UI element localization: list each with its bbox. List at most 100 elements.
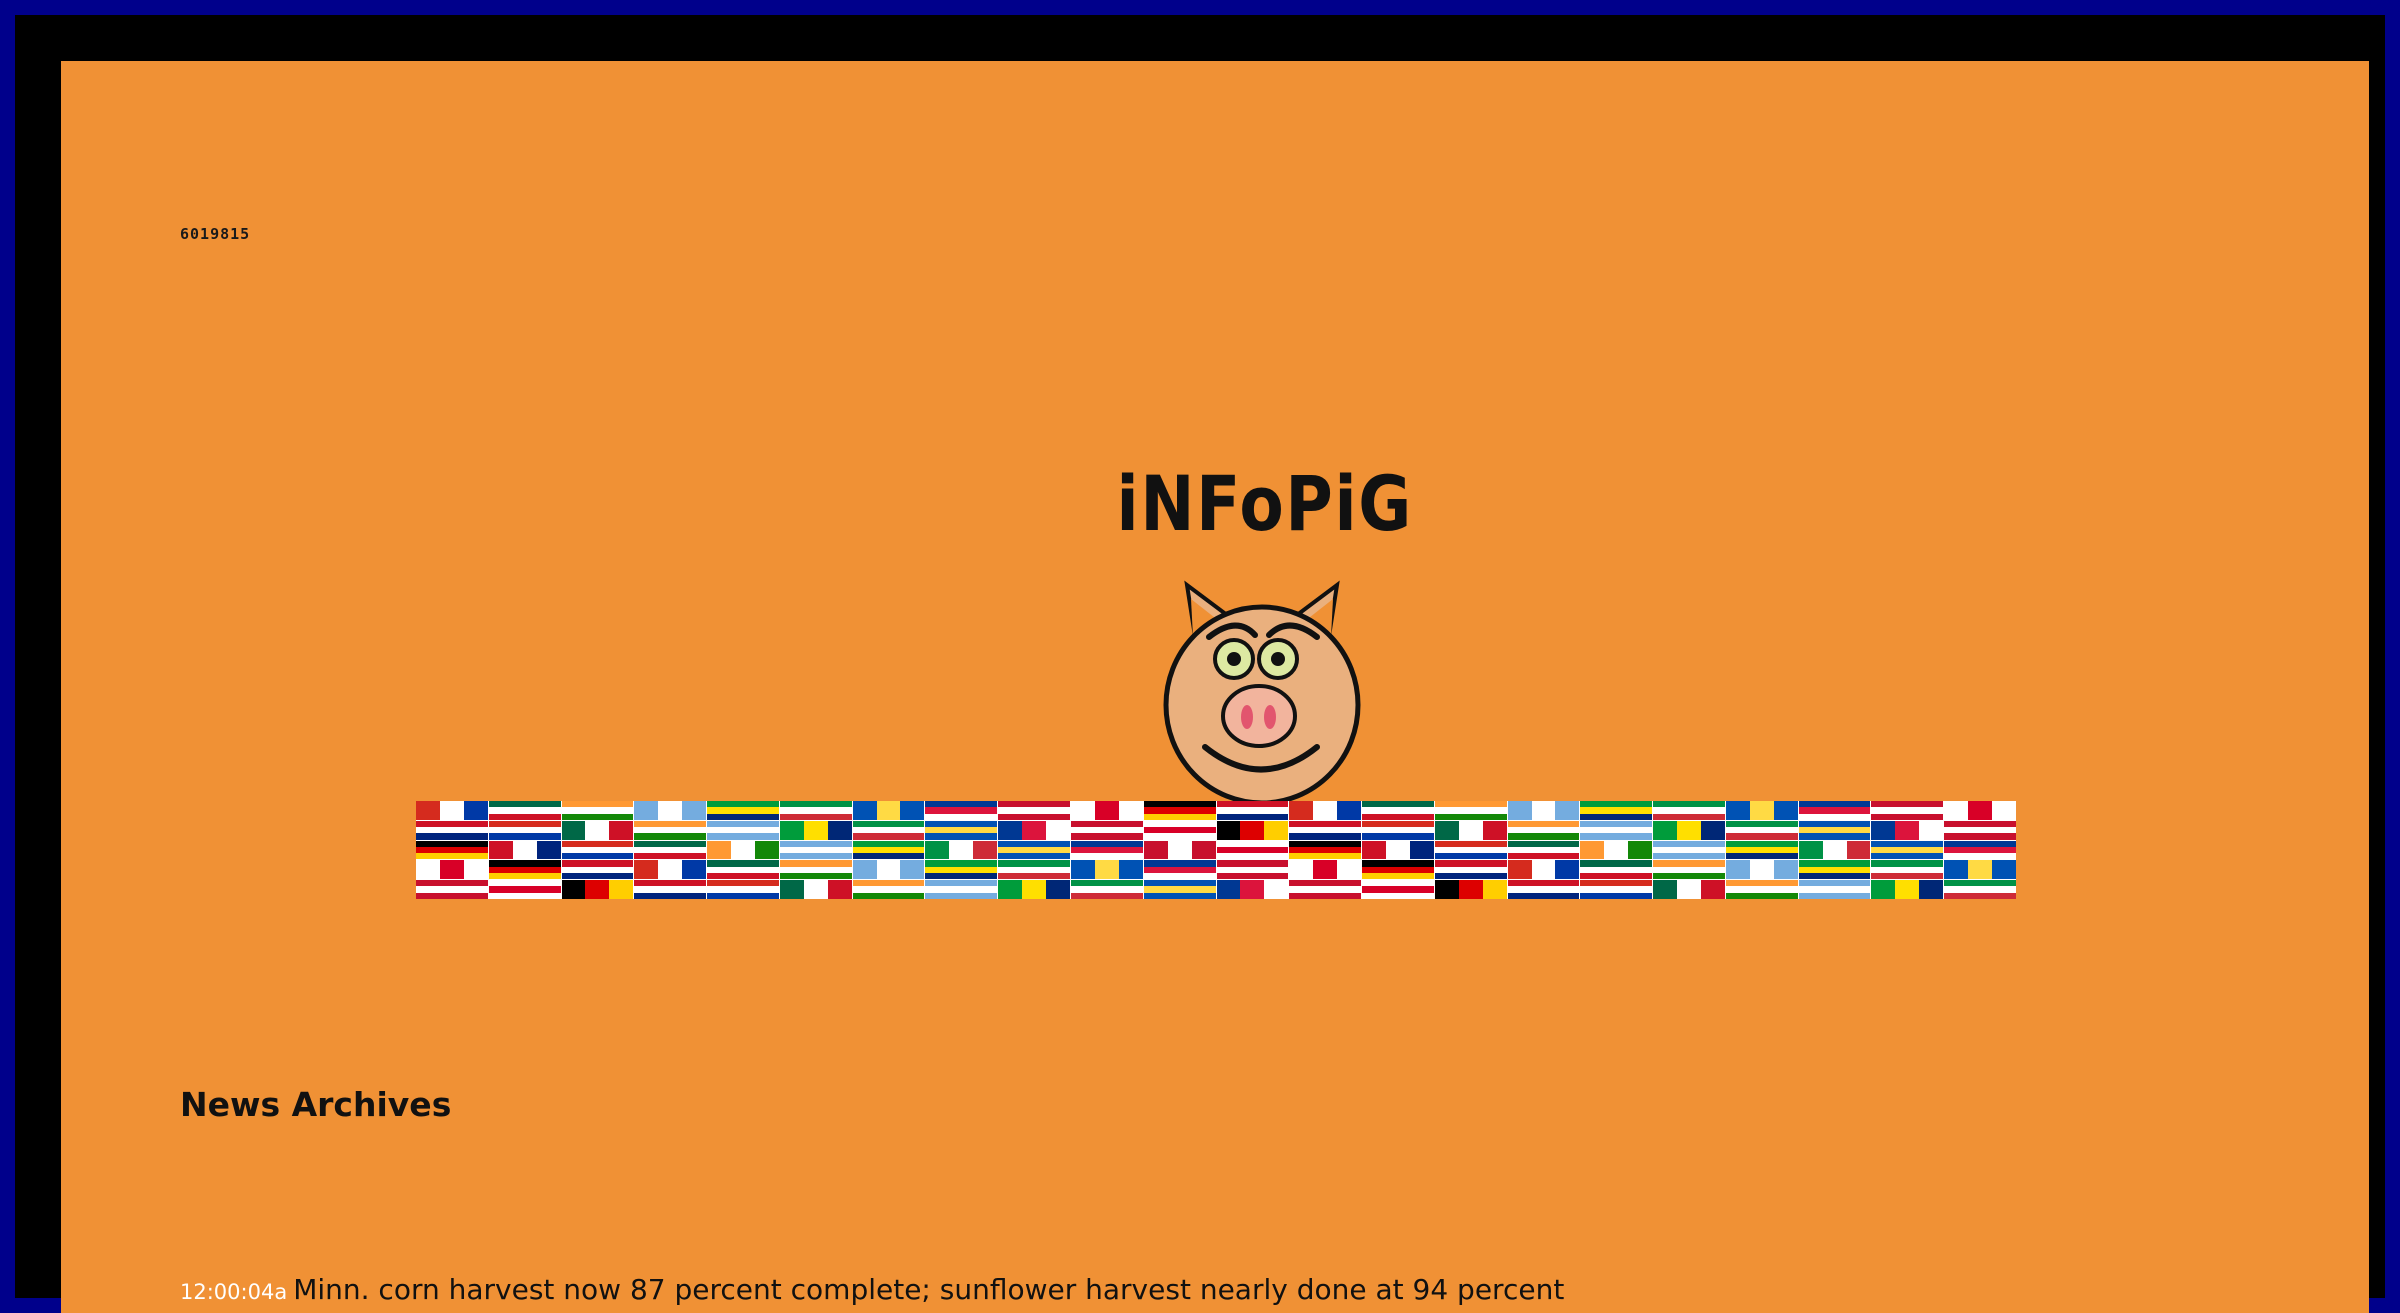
news-headline-link[interactable]: Minn. corn harvest now 87 percent comple… [293, 1273, 1564, 1306]
flag-icon [561, 801, 634, 820]
flag-icon [1289, 801, 1362, 820]
flag-icon [1653, 820, 1725, 840]
flag-icon [779, 820, 852, 840]
flag-icon [1871, 880, 1944, 899]
flag-icon [1143, 801, 1216, 820]
flag-icon [416, 860, 488, 880]
flag-icon [1434, 840, 1507, 860]
flag-icon [707, 860, 779, 880]
flag-icon [1216, 840, 1289, 860]
flag-icon [852, 840, 925, 860]
flag-icon [925, 860, 998, 880]
flag-icon [1725, 860, 1798, 880]
flag-icon [1725, 880, 1798, 899]
flag-icon [998, 801, 1070, 820]
flag-icon [1434, 880, 1507, 899]
flag-icon [634, 840, 707, 860]
flag-icon [779, 880, 852, 899]
flag-icon [707, 801, 779, 820]
flag-icon [1944, 860, 2016, 880]
flag-icon [998, 840, 1070, 860]
flag-icon [1944, 880, 2016, 899]
flag-icon [1362, 860, 1434, 880]
flag-icon [1507, 860, 1580, 880]
flag-icon [1143, 820, 1216, 840]
flag-icon [998, 820, 1070, 840]
flag-icon [707, 880, 779, 899]
flag-icon [488, 820, 561, 840]
flag-icon [1289, 880, 1362, 899]
flag-icon [1653, 880, 1725, 899]
flag-icon [1725, 820, 1798, 840]
flag-icon [1871, 840, 1944, 860]
flag-icon [1070, 820, 1143, 840]
flag-icon [1580, 880, 1653, 899]
flag-icon [634, 880, 707, 899]
news-archives-heading: News Archives [180, 1085, 452, 1124]
flag-icon [1507, 820, 1580, 840]
flag-icon [488, 801, 561, 820]
flag-icon [1653, 860, 1725, 880]
news-list: 12:00:04a Minn. corn harvest now 87 perce… [180, 1273, 2280, 1313]
flag-icon [852, 801, 925, 820]
flag-icon [1725, 801, 1798, 820]
flag-icon [1798, 840, 1871, 860]
flag-icon [1944, 840, 2016, 860]
flag-icon [1653, 840, 1725, 860]
flag-icon [1362, 820, 1434, 840]
flag-icon [925, 820, 998, 840]
flag-icon [1653, 801, 1725, 820]
flag-icon [561, 880, 634, 899]
flag-icon [634, 801, 707, 820]
flag-icon [1070, 801, 1143, 820]
flag-icon [1944, 801, 2016, 820]
flag-icon [1871, 820, 1944, 840]
flag-icon [1798, 801, 1871, 820]
flag-icon [779, 840, 852, 860]
flag-icon [998, 880, 1070, 899]
flag-icon [1216, 820, 1289, 840]
flag-icon [998, 860, 1070, 880]
flag-icon [925, 880, 998, 899]
flag-icon [1580, 840, 1653, 860]
logo-wordmark: iNFoPiG [1116, 459, 1414, 548]
list-item: 12:00:04a Minn. corn harvest now 87 perce… [180, 1273, 2280, 1313]
flag-icon [1580, 860, 1653, 880]
flag-icon [416, 801, 488, 820]
flag-icon [1216, 801, 1289, 820]
flag-icon [634, 820, 707, 840]
flag-icon [634, 860, 707, 880]
flag-icon [1143, 840, 1216, 860]
flag-icon [416, 840, 488, 860]
news-timestamp: 12:00:04a [180, 1280, 288, 1304]
flag-icon [1434, 860, 1507, 880]
flag-icon [561, 840, 634, 860]
flag-icon [852, 860, 925, 880]
flag-icon [1143, 880, 1216, 899]
flag-icon [1871, 801, 1944, 820]
flag-icon [1216, 860, 1289, 880]
world-flags-banner[interactable] [416, 801, 2016, 899]
site-logo[interactable]: iNFoPiG [1091, 459, 1431, 819]
flag-icon [1434, 801, 1507, 820]
flag-icon [488, 860, 561, 880]
flag-icon [1070, 860, 1143, 880]
flag-icon [1362, 801, 1434, 820]
flag-icon [1507, 880, 1580, 899]
flag-icon [1289, 840, 1362, 860]
flag-icon [707, 820, 779, 840]
flag-icon [1289, 860, 1362, 880]
flag-icon [561, 860, 634, 880]
page-body: 6019815 iNFoPiG News Archives 12:00:04a … [61, 61, 2369, 1313]
flag-icon [852, 820, 925, 840]
page-frame: 6019815 iNFoPiG News Archives 12:00:04a … [15, 15, 2385, 1313]
flag-icon [416, 880, 488, 899]
flag-icon [1725, 840, 1798, 860]
flag-icon [1507, 801, 1580, 820]
flag-icon [925, 840, 998, 860]
flag-icon [1944, 820, 2016, 840]
flag-icon [1143, 860, 1216, 880]
flag-icon [1362, 880, 1434, 899]
flag-icon [1289, 820, 1362, 840]
flag-icon [779, 860, 852, 880]
